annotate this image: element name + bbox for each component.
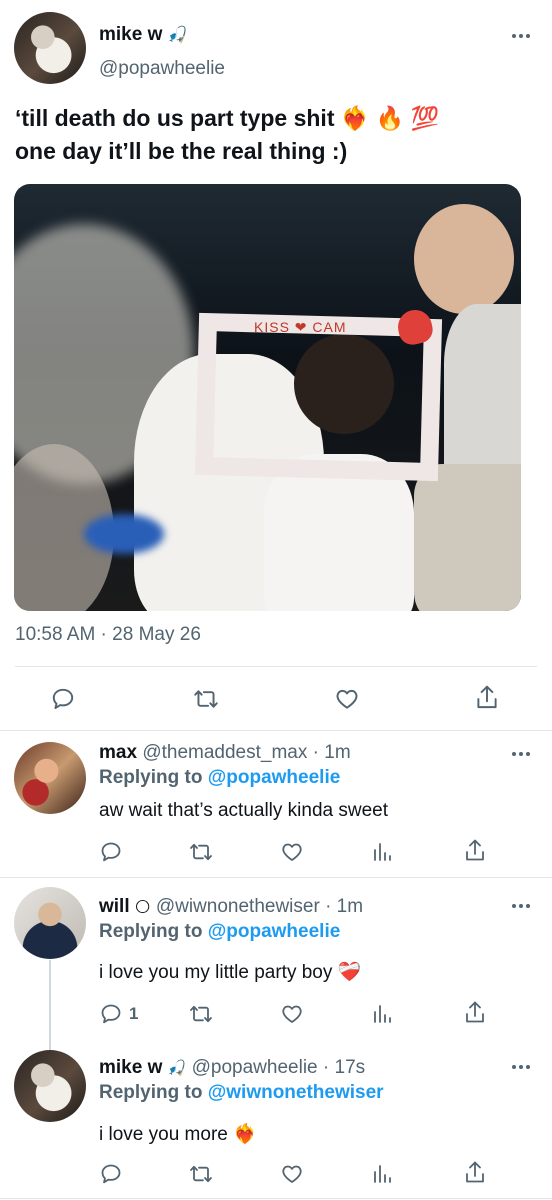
share-button[interactable]: [474, 684, 500, 712]
reply-count: 1: [129, 1004, 139, 1023]
fishing-emoji-icon: 🎣: [167, 27, 188, 44]
thread-line: [49, 960, 51, 1050]
tweet-text-line-1: ‘till death do us part type shit ❤️‍🔥 🔥 …: [15, 105, 440, 131]
like-button[interactable]: [279, 1162, 305, 1186]
replying-to-label: Replying to: [99, 1082, 203, 1103]
analytics-button[interactable]: [372, 1162, 392, 1186]
retweet-button[interactable]: [188, 1162, 214, 1186]
analytics-icon: [374, 843, 391, 861]
share-icon: [466, 1161, 484, 1183]
reply-text: i love you more ❤️‍🔥: [99, 1124, 257, 1145]
avatar[interactable]: [14, 1050, 86, 1122]
replying-to-link[interactable]: @popawheelie: [208, 921, 341, 942]
tweet-text-line-2: one day it’ll be the real thing :): [15, 138, 348, 164]
retweet-icon: [194, 690, 218, 708]
author-name-text: mike w: [99, 24, 163, 45]
retweet-icon: [190, 1165, 212, 1183]
reply-header: max @themaddest_max · 1m: [99, 742, 351, 764]
author-name[interactable]: max: [99, 742, 137, 763]
more-options-icon[interactable]: [512, 1064, 530, 1070]
like-icon: [282, 843, 302, 861]
divider: [0, 730, 552, 731]
reply-header: will 🌕 @wiwnonethewiser · 1m: [99, 896, 363, 918]
more-options-icon[interactable]: [512, 33, 530, 39]
replying-to: Replying to @popawheelie: [99, 921, 340, 943]
divider: [0, 1198, 552, 1199]
reply-button[interactable]: [50, 686, 76, 712]
reply-time[interactable]: · 1m: [313, 742, 351, 763]
retweet-icon: [190, 1005, 212, 1023]
reply-icon: [52, 688, 74, 709]
author-name[interactable]: mike w: [99, 1057, 162, 1078]
reply-button[interactable]: [99, 840, 123, 864]
reply-time[interactable]: · 17s: [323, 1057, 365, 1078]
reply-icon: [101, 1164, 121, 1184]
retweet-button[interactable]: [188, 1002, 214, 1026]
analytics-icon: [374, 1005, 391, 1023]
author-handle[interactable]: @wiwnonethewiser: [156, 896, 320, 917]
avatar[interactable]: [14, 742, 86, 814]
avatar[interactable]: [14, 887, 86, 959]
replying-to: Replying to @wiwnonethewiser: [99, 1082, 384, 1104]
moon-emoji-icon: 🌕: [134, 899, 151, 916]
reply-icon: [101, 1004, 121, 1024]
divider: [15, 666, 537, 667]
share-icon: [477, 685, 497, 709]
analytics-icon: [374, 1165, 391, 1183]
replying-to-label: Replying to: [99, 921, 203, 942]
replying-to-link[interactable]: @wiwnonethewiser: [208, 1082, 384, 1103]
like-icon: [282, 1165, 302, 1183]
author-handle[interactable]: @popawheelie: [192, 1057, 318, 1078]
author-handle[interactable]: @themaddest_max: [142, 742, 307, 763]
divider: [0, 877, 552, 878]
reply-button[interactable]: [99, 1162, 123, 1186]
more-options-icon[interactable]: [512, 751, 530, 757]
reply-text: aw wait that’s actually kinda sweet: [99, 800, 389, 821]
author-handle[interactable]: @popawheelie: [99, 58, 225, 80]
tweet-photo[interactable]: KISS ❤ CAM: [14, 184, 521, 611]
retweet-icon: [190, 843, 212, 861]
like-button[interactable]: [279, 840, 305, 864]
share-icon: [466, 1001, 484, 1023]
analytics-button[interactable]: [372, 1002, 392, 1026]
share-button[interactable]: [463, 838, 487, 864]
like-icon: [336, 689, 358, 709]
like-button[interactable]: [333, 686, 361, 712]
replying-to-link[interactable]: @popawheelie: [208, 767, 341, 788]
replying-to: Replying to @popawheelie: [99, 767, 340, 789]
like-button[interactable]: [279, 1002, 305, 1026]
more-options-icon[interactable]: [512, 903, 530, 909]
share-button[interactable]: [463, 1000, 487, 1026]
like-icon: [282, 1005, 302, 1023]
reply-text: i love you my little party boy ❤️‍🩹: [99, 962, 362, 983]
analytics-button[interactable]: [372, 840, 392, 864]
retweet-button[interactable]: [188, 840, 214, 864]
share-button[interactable]: [463, 1160, 487, 1186]
replying-to-label: Replying to: [99, 767, 203, 788]
avatar[interactable]: [14, 12, 86, 84]
tweet-timestamp[interactable]: 10:58 AM · 28 May 26: [15, 624, 201, 646]
share-icon: [466, 839, 484, 861]
reply-icon: [101, 842, 121, 862]
retweet-button[interactable]: [192, 686, 220, 712]
reply-header: mike w 🎣 @popawheelie · 17s: [99, 1057, 365, 1079]
author-name[interactable]: will: [99, 896, 130, 917]
reply-time[interactable]: · 1m: [325, 896, 363, 917]
reply-button[interactable]: 1: [99, 1002, 138, 1026]
author-name[interactable]: mike w 🎣: [99, 24, 188, 46]
fishing-emoji-icon: 🎣: [167, 1060, 187, 1077]
kiss-cam-label: KISS ❤ CAM: [254, 319, 347, 335]
tweet-text: ‘till death do us part type shit ❤️‍🔥 🔥 …: [15, 102, 535, 168]
